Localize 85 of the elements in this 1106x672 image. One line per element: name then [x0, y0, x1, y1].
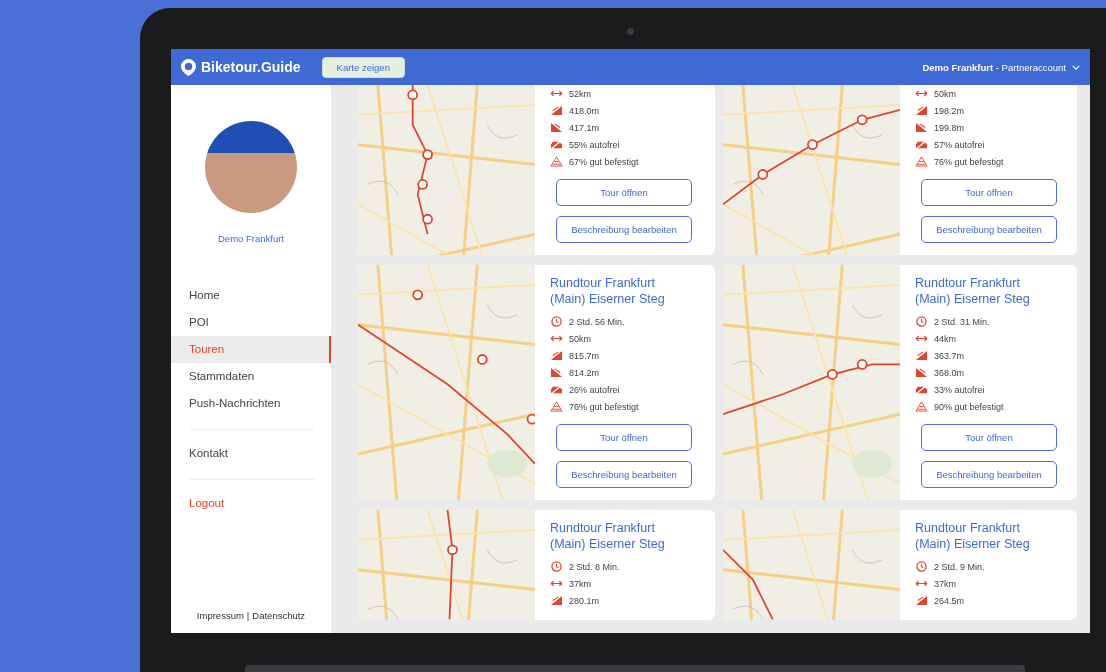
- stat-text: 368.0m: [934, 367, 965, 378]
- crossed-car-icon: [915, 384, 928, 395]
- pin-logo-icon: [181, 58, 196, 76]
- stat-text: 67% gut befestigt: [569, 156, 639, 167]
- stat-text: 44km: [934, 333, 956, 344]
- logout-link[interactable]: Logout: [171, 490, 331, 517]
- profile-name: Demo Frankfurt: [217, 233, 285, 244]
- separator-text: |: [246, 610, 250, 621]
- stat-text: 26% autofrei: [569, 384, 620, 395]
- tour-title: Rundtour Frankfurt (Main) Eiserner Steg: [915, 275, 1031, 307]
- show-map-button[interactable]: Karte zeigen: [321, 56, 405, 78]
- stat-text: 199.8m: [934, 122, 965, 133]
- stat-text: 76% gut befestigt: [934, 156, 1004, 167]
- nav-item[interactable]: Push-Nachrichten: [171, 390, 331, 417]
- logo-text: Biketour.Guide: [201, 59, 301, 75]
- stat-text: 37km: [569, 578, 591, 589]
- crossed-car-icon: [550, 139, 563, 150]
- descent-ramp-icon: [915, 367, 928, 378]
- stat-text: 418.0m: [569, 105, 600, 116]
- ascent-ramp-icon: [915, 595, 928, 606]
- double-arrow-icon: [915, 333, 928, 344]
- nav-item[interactable]: Home: [171, 282, 331, 309]
- clock-icon: [550, 561, 563, 572]
- ascent-ramp-icon: [915, 350, 928, 361]
- stat-text: 417.1m: [569, 122, 600, 133]
- stat-text: 814.2m: [569, 367, 600, 378]
- stat-text: 2 Std. 31 Min.: [934, 316, 990, 327]
- stat-text: 2 Std. 8 Min.: [569, 561, 620, 572]
- stat-text: 2 Std. 56 Min.: [569, 316, 625, 327]
- stat-text: 55% autofrei: [569, 139, 620, 150]
- chevron-down-icon: [1072, 64, 1080, 70]
- ascent-ramp-icon: [550, 105, 563, 116]
- road-icon: [915, 156, 928, 167]
- clock-icon: [915, 561, 928, 572]
- descent-ramp-icon: [550, 122, 563, 133]
- tour-title: Rundtour Frankfurt (Main) Eiserner Steg: [550, 275, 666, 307]
- clock-icon: [915, 316, 928, 327]
- contact-link[interactable]: Kontakt: [171, 440, 331, 467]
- edit-description-button[interactable]: Beschreibung bearbeiten: [556, 461, 692, 488]
- stat-text: 198.2m: [934, 105, 965, 116]
- nav-item[interactable]: Stammdaten: [171, 363, 331, 390]
- ascent-ramp-icon: [550, 350, 563, 361]
- double-arrow-icon: [550, 578, 563, 589]
- tour-title: Rundtour Frankfurt (Main) Eiserner Steg: [550, 520, 666, 552]
- stat-text: 815.7m: [569, 350, 600, 361]
- stat-text: 363.7m: [934, 350, 965, 361]
- ascent-ramp-icon: [550, 595, 563, 606]
- tour-title: Rundtour Frankfurt (Main) Eiserner Steg: [915, 520, 1031, 552]
- account-menu[interactable]: Demo Frankfurt - Partneraccount: [922, 61, 1080, 73]
- stat-text: 50km: [934, 88, 956, 99]
- stat-text: 50km: [569, 333, 591, 344]
- footer-link[interactable]: Datenschutz: [252, 610, 306, 621]
- stat-text: 2 Std. 9 Min.: [934, 561, 985, 572]
- stat-text: 90% gut befestigt: [934, 401, 1004, 412]
- ascent-ramp-icon: [915, 105, 928, 116]
- stat-text: 33% autofrei: [934, 384, 985, 395]
- descent-ramp-icon: [550, 367, 563, 378]
- double-arrow-icon: [550, 88, 563, 99]
- descent-ramp-icon: [915, 122, 928, 133]
- road-icon: [915, 401, 928, 412]
- stat-text: 57% autofrei: [934, 139, 985, 150]
- nav-item[interactable]: Touren: [171, 336, 331, 363]
- edit-description-button[interactable]: Beschreibung bearbeiten: [556, 216, 692, 243]
- clock-icon: [550, 316, 563, 327]
- stat-text: 264.5m: [934, 595, 965, 606]
- edit-description-button[interactable]: Beschreibung bearbeiten: [921, 461, 1057, 488]
- stat-text: 52km: [569, 88, 591, 99]
- crossed-car-icon: [915, 139, 928, 150]
- stat-text: 76% gut befestigt: [569, 401, 639, 412]
- open-tour-button[interactable]: Tour öffnen: [921, 179, 1057, 206]
- stat-text: 37km: [934, 578, 956, 589]
- double-arrow-icon: [915, 578, 928, 589]
- road-icon: [550, 156, 563, 167]
- crossed-car-icon: [550, 384, 563, 395]
- open-tour-button[interactable]: Tour öffnen: [556, 179, 692, 206]
- camera-icon: [627, 28, 634, 35]
- stat-text: 280.1m: [569, 595, 600, 606]
- open-tour-button[interactable]: Tour öffnen: [556, 424, 692, 451]
- nav-item[interactable]: POI: [171, 309, 331, 336]
- open-tour-button[interactable]: Tour öffnen: [921, 424, 1057, 451]
- double-arrow-icon: [915, 88, 928, 99]
- footer-link[interactable]: Impressum: [196, 610, 244, 621]
- road-icon: [550, 401, 563, 412]
- double-arrow-icon: [550, 333, 563, 344]
- edit-description-button[interactable]: Beschreibung bearbeiten: [921, 216, 1057, 243]
